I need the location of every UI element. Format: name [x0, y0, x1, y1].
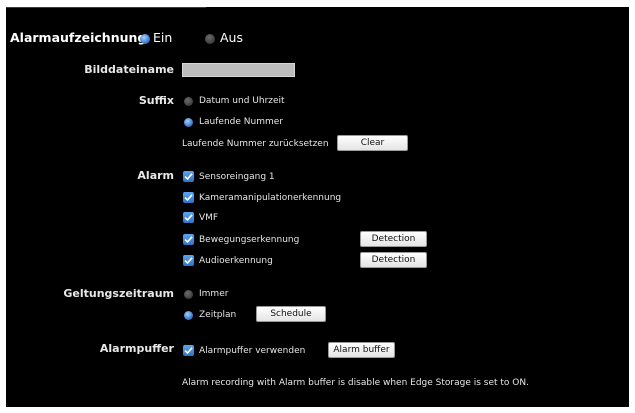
- radio-on[interactable]: [140, 34, 150, 44]
- suffix-serial-radio[interactable]: [184, 118, 193, 127]
- alarm-audio-label: Audioerkennung: [199, 256, 273, 266]
- radio-off[interactable]: [205, 34, 215, 44]
- alarm-buffer-button[interactable]: Alarm buffer: [328, 342, 395, 358]
- alarm-motion-label: Bewegungserkennung: [199, 235, 300, 245]
- alarm-sensor-checkbox[interactable]: [183, 171, 194, 182]
- period-always-label: Immer: [199, 289, 229, 299]
- audio-detection-button[interactable]: Detection: [360, 252, 427, 268]
- buffer-checkbox[interactable]: [183, 345, 194, 356]
- checkmark-icon: [184, 194, 193, 202]
- alarm-sensor-label: Sensoreingang 1: [199, 172, 275, 182]
- alarm-recording-title: Alarmaufzeichnung: [10, 30, 147, 45]
- alarm-audio-checkbox[interactable]: [183, 255, 194, 266]
- checkmark-icon: [184, 257, 193, 265]
- radio-on-label: Ein: [153, 30, 173, 45]
- alarm-vmf-label: VMF: [199, 213, 219, 223]
- suffix-label: Suffix: [138, 94, 174, 107]
- period-schedule-label: Zeitplan: [199, 310, 237, 320]
- suffix-reset-label: Laufende Nummer zurücksetzen: [182, 139, 329, 149]
- alarm-label: Alarm: [137, 169, 174, 182]
- period-always-radio[interactable]: [184, 290, 193, 299]
- suffix-serial-label: Laufende Nummer: [199, 117, 283, 127]
- checkmark-icon: [184, 347, 193, 355]
- alarm-tamper-checkbox[interactable]: [183, 192, 194, 203]
- checkmark-icon: [184, 173, 193, 181]
- buffer-checkbox-label: Alarmpuffer verwenden: [199, 346, 306, 356]
- alarm-tamper-label: Kameramanipulationerkennung: [199, 193, 342, 203]
- motion-detection-button[interactable]: Detection: [360, 231, 427, 247]
- alarm-recording-panel: Alarmaufzeichnung Ein Aus Bilddateiname …: [6, 7, 629, 407]
- checkmark-icon: [184, 236, 193, 244]
- schedule-button[interactable]: Schedule: [256, 306, 326, 322]
- buffer-note: Alarm recording with Alarm buffer is dis…: [182, 378, 529, 388]
- period-label: Geltungszeitraum: [63, 287, 174, 300]
- alarm-vmf-checkbox[interactable]: [183, 212, 194, 223]
- top-divider: [6, 7, 206, 8]
- radio-off-label: Aus: [220, 30, 243, 45]
- checkmark-icon: [184, 214, 193, 222]
- suffix-datetime-label: Datum und Uhrzeit: [199, 96, 285, 106]
- filename-label: Bilddateiname: [84, 63, 174, 76]
- filename-input[interactable]: [182, 63, 295, 77]
- suffix-datetime-radio[interactable]: [184, 97, 193, 106]
- clear-button[interactable]: Clear: [337, 135, 408, 151]
- buffer-label: Alarmpuffer: [99, 342, 174, 355]
- period-schedule-radio[interactable]: [184, 311, 193, 320]
- alarm-motion-checkbox[interactable]: [183, 234, 194, 245]
